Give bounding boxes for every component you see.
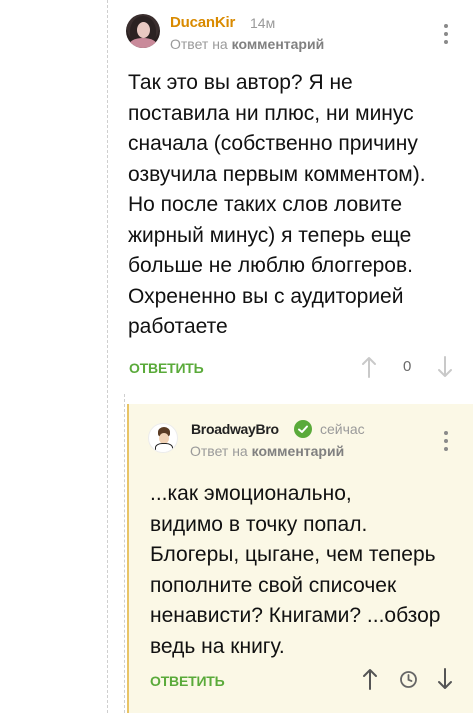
check-badge-icon [294,420,312,438]
comment-text: Так это вы автор? Я не поставила ни плюс… [128,71,426,338]
kebab-menu-icon[interactable] [444,24,448,48]
avatar[interactable] [148,423,178,453]
reply-prefix: Ответ на [170,36,228,52]
arrow-up-icon[interactable] [362,668,378,690]
comment-text: ...как эмоционально, видимо в точку попа… [150,482,441,658]
arrow-down-icon[interactable] [437,668,453,690]
comment-author[interactable]: DucanKir [170,14,235,31]
kebab-menu-icon[interactable] [444,431,448,455]
thread-guide-line [124,394,125,713]
reply-button[interactable]: ОТВЕТИТЬ [129,360,204,376]
comment-time: сейчас [320,421,365,437]
reply-prefix: Ответ на [190,443,248,459]
reply-button[interactable]: ОТВЕТИТЬ [150,673,225,689]
avatar[interactable] [126,14,160,48]
reply-target-link[interactable]: комментарий [232,36,325,52]
arrow-up-icon[interactable] [361,356,377,378]
clock-icon [399,670,418,689]
reply-to-info: Ответ на комментарий [170,36,324,52]
reply-target-link[interactable]: комментарий [252,443,345,459]
comment-time: 14м [250,15,276,31]
arrow-down-icon[interactable] [437,356,453,378]
reply-to-info: Ответ на комментарий [190,443,344,459]
vote-score: 0 [403,358,412,375]
comment-author[interactable]: BroadwayBro [191,421,279,437]
